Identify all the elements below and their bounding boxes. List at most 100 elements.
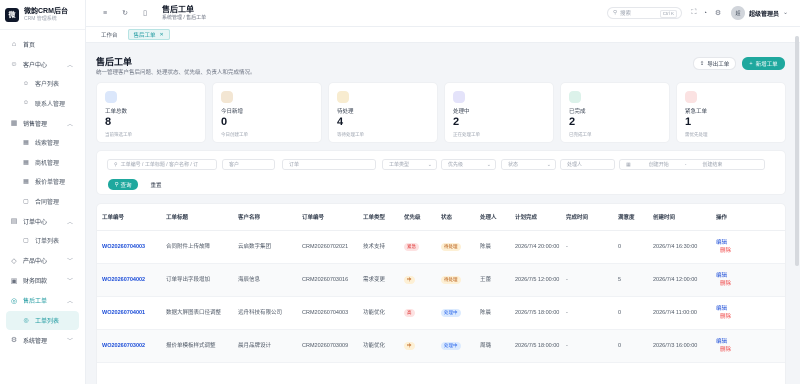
chevron-down-icon: ﹀	[66, 279, 73, 285]
tickets-table: 工单编号 工单标题 客户名称 订单编号 工单类型 优先级 状态 处理人 计划完成 完成时间 满意度创…	[96, 203, 786, 384]
ticket-no[interactable]: WO20260704003	[97, 230, 161, 264]
status-select[interactable]: 状态 ⌄	[501, 159, 556, 170]
sidebar-group[interactable]: ◇ 产品中心 ﹀	[0, 251, 85, 271]
table-row[interactable]: WO20260703002 报价单模板样式调整 晨月品牌设计 CRM202607030…	[97, 329, 785, 363]
date-separator: -	[684, 161, 687, 168]
type-select[interactable]: 工单类型 ⌄	[382, 159, 437, 170]
edit-button[interactable]: 编辑	[716, 305, 785, 313]
stat-card: 待处理 4 等待处理工单	[328, 82, 438, 143]
stat-icon	[453, 91, 465, 103]
tab-label: 工作台	[101, 32, 118, 39]
sidebar-group[interactable]: ▣ 财务回款 ﹀	[0, 271, 85, 291]
priority-placeholder: 优先级	[448, 162, 464, 168]
sidebar-group[interactable]: ◎ 售后工单 ︿	[0, 291, 85, 311]
finish-time: -	[561, 230, 613, 264]
sidebar-subitem[interactable]: ▦ 线索管理	[0, 133, 85, 153]
user-menu-chevron-icon[interactable]: ⌄	[783, 9, 788, 16]
edit-button[interactable]: 编辑	[716, 272, 785, 280]
stat-card: 今日新增 0 今日创建工单	[212, 82, 322, 143]
sidebar-subitem[interactable]: ☺ 客户列表	[0, 74, 85, 94]
sidebar-subitem[interactable]: ▢ 订单列表	[0, 231, 85, 251]
refresh-icon[interactable]: ↻	[120, 8, 130, 18]
tab-bar: 工作台 售后工单 ✕	[86, 27, 800, 43]
table-row[interactable]: WO20260704003 合同附件上传故障 云启数字集团 CRM2026070202…	[97, 230, 785, 264]
ticket-no[interactable]: WO20260704002	[97, 263, 161, 297]
ticket-no-link[interactable]: WO20260704003	[102, 244, 145, 250]
settings-icon[interactable]: ⚙	[713, 8, 723, 18]
header-title: 售后工单	[162, 4, 194, 14]
export-button[interactable]: ⇪ 导出工单	[693, 57, 736, 70]
column-header: 客户名称	[233, 204, 297, 231]
keyword-input[interactable]: ⚲ 工单编号 / 工单标题 / 客户名称 / 订	[107, 159, 217, 170]
priority-select[interactable]: 优先级 ⌄	[441, 159, 496, 170]
menu-toggle-icon[interactable]: ≡	[100, 8, 110, 18]
ticket-icon: ◎	[23, 317, 29, 324]
sidebar-item[interactable]: ⌂ 首页	[0, 34, 85, 54]
priority-cell: 中	[399, 263, 436, 297]
table-row[interactable]: WO20260704001 数据大屏图表口径调整 远舟科技有限公司 CRM202607…	[97, 296, 785, 330]
sidebar-subitem[interactable]: ▢ 合同管理	[0, 192, 85, 212]
priority-badge: 中	[404, 275, 415, 284]
column-header: 计划完成	[510, 204, 561, 231]
ticket-title: 报价单模板样式调整	[161, 329, 233, 363]
sidebar-subitem[interactable]: ◎ 工单列表	[6, 310, 79, 330]
delete-button[interactable]: 删除	[720, 247, 785, 255]
query-label: 查询	[120, 182, 132, 189]
fullscreen-icon[interactable]: ⛶	[689, 8, 699, 18]
reset-button[interactable]: 重置	[145, 179, 167, 190]
table-row[interactable]: WO20260704002 订单导出字段增加 海辰信息 CRM20260703016 需…	[97, 263, 785, 297]
sidebar-group[interactable]: ☺ 客户中心 ︿	[0, 54, 85, 74]
chevron-down-icon: ﹀	[66, 338, 73, 345]
sidebar-item-label: 合同管理	[35, 199, 60, 206]
sidebar-subitem[interactable]: ▦ 报价单管理	[0, 172, 85, 192]
stat-label: 处理中	[453, 109, 470, 115]
delete-button[interactable]: 删除	[720, 346, 785, 354]
tab-dashboard[interactable]: 工作台	[96, 29, 123, 40]
chevron-down-icon: ⌄	[486, 161, 491, 168]
chevron-down-icon: ⌄	[427, 161, 432, 168]
ticket-no[interactable]: WO20260703002	[97, 329, 161, 363]
owner-input[interactable]: 处理人	[560, 159, 615, 170]
user-name[interactable]: 超级管理员	[749, 9, 779, 18]
ticket-no-link[interactable]: WO20260704002	[102, 277, 145, 283]
actions-cell: 编辑 删除	[711, 329, 785, 363]
sidebar-item-label: 产品中心	[23, 259, 48, 265]
sidebar-subitem[interactable]: ▦ 商机管理	[0, 153, 85, 173]
sidebar-group[interactable]: ▦ 销售管理 ︿	[0, 113, 85, 133]
page-scrollbar[interactable]	[795, 36, 799, 266]
edit-button[interactable]: 编辑	[716, 338, 785, 346]
search-placeholder: 搜索	[620, 11, 632, 17]
delete-button[interactable]: 删除	[720, 313, 785, 321]
ticket-no-link[interactable]: WO20260703002	[102, 343, 145, 349]
query-button[interactable]: ⚲ 查询	[108, 179, 138, 190]
delete-button[interactable]: 删除	[720, 280, 785, 288]
customer-name: 远舟科技有限公司	[233, 296, 297, 330]
edit-button[interactable]: 编辑	[716, 239, 785, 247]
status-badge: 处理中	[441, 308, 461, 317]
ticket-no-link[interactable]: WO20260704001	[102, 310, 145, 316]
finish-time: -	[561, 296, 613, 330]
stat-value: 4	[337, 116, 344, 128]
date-range-input[interactable]: ▦ 创建开始 - 创建结束	[619, 159, 765, 170]
calendar-icon: ▦	[626, 161, 631, 168]
stat-icon	[569, 91, 581, 103]
sidebar-group[interactable]: ▤ 订单中心 ︿	[0, 211, 85, 231]
sidebar-item-label: 商机管理	[35, 160, 60, 167]
avatar[interactable]: 超	[731, 6, 745, 20]
actions-cell: 编辑 删除	[711, 230, 785, 264]
customer-placeholder: 客户	[229, 162, 240, 168]
split-icon[interactable]: ▯	[140, 8, 150, 18]
stat-card: 紧急工单 1 需优先处理	[676, 82, 786, 143]
new-ticket-button[interactable]: + 新增工单	[742, 57, 785, 70]
sidebar-item-label: 系统管理	[23, 338, 48, 345]
bell-icon[interactable]: ◔	[700, 8, 710, 18]
tab-aftersale[interactable]: 售后工单 ✕	[127, 29, 170, 40]
customer-input[interactable]: 客户	[222, 159, 275, 170]
close-icon[interactable]: ✕	[160, 32, 164, 38]
search-input[interactable]: ⚲ 搜索 Ctrl K	[607, 7, 682, 19]
sidebar-subitem[interactable]: ☺ 联系人管理	[0, 94, 85, 114]
sidebar-group[interactable]: ⚙ 系统管理 ﹀	[0, 330, 85, 350]
page-title: 售后工单	[96, 57, 133, 67]
ticket-no[interactable]: WO20260704001	[97, 296, 161, 330]
order-input[interactable]: 订单	[282, 159, 376, 170]
